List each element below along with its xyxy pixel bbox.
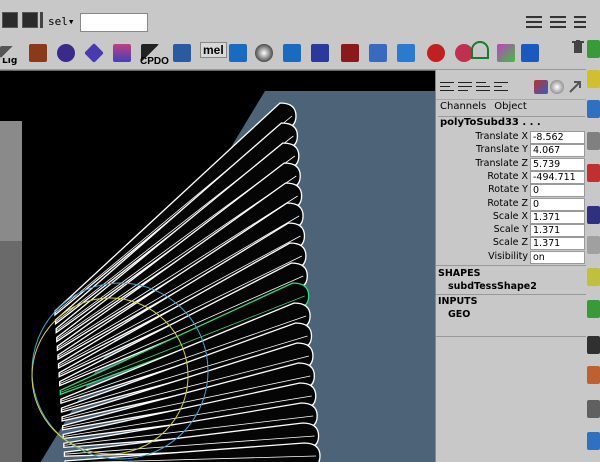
render-icon[interactable] — [0, 38, 20, 66]
channel-label[interactable]: Rotate Z — [487, 198, 528, 209]
channel-value-field[interactable]: 1.371 — [530, 237, 585, 251]
channel-label[interactable]: Scale Y — [494, 224, 528, 235]
channel-box-toolbar — [436, 70, 587, 100]
layout-icon[interactable] — [440, 80, 454, 94]
jiggle-icon[interactable] — [396, 39, 416, 67]
channel-label[interactable]: Visibility — [488, 251, 528, 262]
color-swatch-icon[interactable] — [534, 80, 548, 94]
tool-settings-icon[interactable] — [550, 14, 566, 30]
plugin-icon-10[interactable] — [587, 336, 600, 354]
channel-value-field[interactable]: 1.371 — [530, 224, 585, 238]
mel-button[interactable]: mel — [200, 42, 227, 58]
shape-item[interactable]: subdTessShape2 — [448, 281, 537, 292]
channel-value-field[interactable]: 5.739 — [530, 157, 585, 171]
plugin-icon-3[interactable] — [587, 100, 600, 118]
select-mode-dropdown[interactable]: sel▾ — [48, 15, 75, 28]
inputs-header: INPUTS — [438, 296, 478, 307]
channel-row[interactable]: Translate X -8.562 — [436, 131, 587, 144]
channel-row[interactable]: Scale X 1.371 — [436, 210, 587, 224]
viewport-canvas[interactable] — [0, 71, 435, 462]
plugin-icon-6[interactable] — [587, 206, 600, 224]
layout-icon-2[interactable] — [458, 80, 472, 94]
lattice-icon[interactable] — [172, 39, 192, 67]
bones-icon[interactable] — [28, 39, 48, 67]
channel-label[interactable]: Scale X — [493, 211, 528, 222]
plugin-icon-11[interactable] — [587, 366, 600, 384]
layout-icon-4[interactable] — [494, 80, 508, 94]
curve-icon[interactable] — [470, 36, 490, 64]
status-line: sel▾ — [0, 0, 600, 36]
paint-icon[interactable] — [340, 39, 360, 67]
channel-row[interactable]: Scale Y 1.371 — [436, 224, 587, 238]
hair-icon[interactable] — [368, 39, 388, 67]
divider — [40, 12, 43, 28]
shapes-header: SHAPES — [438, 268, 481, 279]
attribute-editor-icon[interactable] — [526, 14, 542, 30]
channel-value-field[interactable]: on — [530, 250, 585, 264]
cpdo-button[interactable]: CPDO — [140, 56, 169, 67]
select-input[interactable] — [80, 13, 148, 32]
graph-icon[interactable] — [496, 39, 516, 67]
menu-object[interactable]: Object — [494, 101, 527, 112]
channel-label[interactable]: Rotate X — [487, 171, 528, 182]
cluster-icon[interactable] — [426, 39, 446, 67]
plugin-icon-2[interactable] — [587, 70, 600, 88]
plugin-icon-8[interactable] — [587, 268, 600, 286]
layout-icon-3[interactable] — [476, 80, 490, 94]
channel-row[interactable]: Rotate X -494.711 — [436, 170, 587, 184]
plugin-icon-13[interactable] — [587, 432, 600, 450]
channel-row[interactable]: Translate Y 4.067 — [436, 144, 587, 158]
sphere-icon[interactable] — [254, 39, 274, 67]
plugin-icon-5[interactable] — [587, 164, 600, 182]
channel-value-field[interactable]: 1.371 — [530, 210, 585, 224]
channel-row[interactable]: Translate Z 5.739 — [436, 157, 587, 171]
joint-icon[interactable] — [84, 39, 104, 67]
channel-value-field[interactable]: 0 — [530, 184, 585, 198]
channel-label[interactable]: Translate X — [475, 131, 528, 142]
plugin-icon-12[interactable] — [587, 400, 600, 418]
channel-value-field[interactable]: -8.562 — [530, 131, 585, 144]
channel-row[interactable]: Visibility on — [436, 250, 587, 264]
subdiv-icon[interactable] — [228, 39, 248, 67]
menu-channels[interactable]: Channels — [440, 101, 486, 112]
channel-value-field[interactable]: 4.067 — [530, 144, 585, 158]
input-item[interactable]: GEO — [448, 309, 470, 320]
divider — [436, 336, 587, 337]
ipr-render-icon[interactable] — [22, 12, 38, 28]
plugin-icon-4[interactable] — [587, 132, 600, 150]
plugin-icon-9[interactable] — [587, 300, 600, 318]
play-icon[interactable] — [520, 39, 540, 67]
deform-icon[interactable] — [310, 39, 330, 67]
channel-value-field[interactable]: -494.711 — [530, 170, 585, 184]
channel-label[interactable]: Translate Z — [475, 158, 528, 169]
object-name[interactable]: polyToSubd33 . . . — [438, 116, 585, 130]
divider — [436, 265, 587, 266]
3d-viewport[interactable] — [0, 70, 435, 462]
sculpt-icon[interactable] — [282, 39, 302, 67]
channel-label[interactable]: Translate Y — [476, 144, 528, 155]
channel-label[interactable]: Scale Z — [493, 237, 528, 248]
channel-box: Channels Object polyToSubd33 . . . Transl… — [435, 70, 587, 462]
channel-value-field[interactable]: 0 — [530, 197, 585, 211]
shelf: Lig CPDO mel — [0, 36, 600, 70]
right-shelf-column — [586, 0, 600, 462]
ik-handle-icon[interactable] — [56, 39, 76, 67]
channel-box-menus: Channels Object — [440, 101, 535, 112]
channel-row[interactable]: Rotate Z0 — [436, 197, 587, 211]
channel-row[interactable]: Rotate Y0 — [436, 184, 587, 198]
grey-wall-lower — [0, 241, 22, 462]
plugin-icon-7[interactable] — [587, 236, 600, 254]
channel-label[interactable]: Rotate Y — [488, 184, 528, 195]
plugin-icon[interactable] — [587, 40, 600, 58]
channel-row[interactable]: Scale Z 1.371 — [436, 237, 587, 251]
shading-icon[interactable] — [550, 80, 564, 94]
arrow-icon[interactable] — [568, 80, 582, 94]
render-view-icon[interactable] — [2, 12, 18, 28]
divider — [436, 294, 587, 295]
texture-icon[interactable] — [112, 39, 132, 67]
trash-icon[interactable] — [572, 40, 584, 54]
